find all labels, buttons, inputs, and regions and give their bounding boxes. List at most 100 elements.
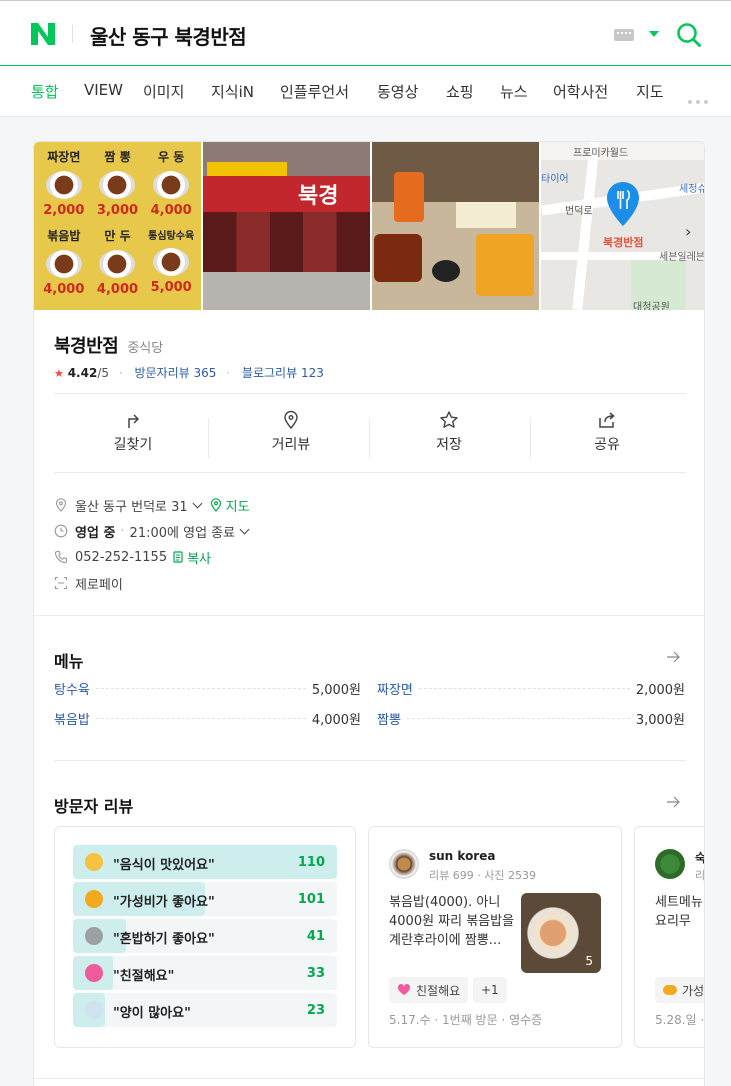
- tab-influencer[interactable]: 인플루언서: [280, 81, 349, 102]
- tab-image[interactable]: 이미지: [143, 81, 184, 102]
- storefront-photo[interactable]: 북경: [203, 142, 370, 310]
- rating-value: 4.42: [67, 366, 98, 380]
- location-pin-icon: [55, 498, 67, 512]
- menu-item[interactable]: 탕수육 5,000원: [54, 679, 361, 698]
- action-bar: 길찾기 거리뷰 저장 공유: [54, 406, 686, 472]
- keyword-stat-row[interactable]: "혼밥하기 좋아요" 41: [73, 919, 337, 953]
- avatar[interactable]: [389, 849, 419, 879]
- tab-map[interactable]: 지도: [636, 81, 664, 102]
- review-tag-label: 가성: [682, 983, 705, 998]
- keyword-stats-card[interactable]: "음식이 맛있어요" 110 "가성비가 좋아요" 101 "혼밥하기 좋아요" 41 "친…: [54, 826, 356, 1048]
- street-view-label: 거리뷰: [271, 437, 311, 453]
- review-text[interactable]: 세트메뉴 요 요리무: [655, 893, 704, 931]
- map-link[interactable]: 지도: [226, 496, 250, 515]
- save-label: 저장: [436, 437, 462, 453]
- tab-all[interactable]: 통합: [31, 81, 59, 102]
- share-button[interactable]: 공유: [528, 406, 686, 472]
- menu-item-price: 5,000원: [311, 682, 361, 698]
- search-icon[interactable]: [676, 22, 702, 48]
- separator-dot: ·: [120, 523, 125, 539]
- review-card[interactable]: 숙 리 세트메뉴 요 요리무 가성 5.28.일 ·: [634, 826, 705, 1048]
- review-text[interactable]: 볶음밥(4000). 아니 4000원 짜리 볶음밥을 계란후라이에 짬뽕...: [389, 893, 515, 950]
- arrow-right-icon[interactable]: [666, 650, 680, 664]
- clock-icon: [54, 524, 68, 538]
- header-divider: [72, 25, 73, 43]
- keyboard-icon[interactable]: [614, 29, 634, 41]
- copy-button[interactable]: 복사: [187, 548, 211, 567]
- menu-item-price: 4,000원: [311, 712, 361, 728]
- review-photo[interactable]: 5: [521, 893, 601, 973]
- naver-logo-icon[interactable]: [31, 23, 55, 45]
- review-tag-more[interactable]: +1: [473, 977, 507, 1003]
- menu-board-photo[interactable]: 짜장면 2,000 짬 뽕 3,000 우 동 4,000 볶음밥 4,000 만 두 4…: [34, 142, 201, 310]
- keyword-stat-row[interactable]: "가성비가 좋아요" 101: [73, 882, 337, 916]
- street-view-button[interactable]: 거리뷰: [212, 406, 370, 472]
- photo-strip: 짜장면 2,000 짬 뽕 3,000 우 동 4,000 볶음밥 4,000 만 두 4…: [34, 142, 704, 312]
- visitor-review-count[interactable]: 365: [194, 366, 217, 380]
- tab-shopping[interactable]: 쇼핑: [446, 81, 474, 102]
- menu-item[interactable]: 볶음밥 4,000원: [54, 709, 361, 728]
- tab-video[interactable]: 동영상: [377, 81, 418, 102]
- review-author[interactable]: sun korea: [429, 849, 495, 863]
- map-pin-icon: [607, 182, 639, 226]
- tab-news[interactable]: 뉴스: [500, 81, 528, 102]
- menu-item-price: 3,000원: [635, 712, 685, 728]
- keyword-stat-row[interactable]: "양이 많아요" 23: [73, 993, 337, 1027]
- keyword-stat-count: 41: [306, 929, 325, 944]
- menu-board-name: 짜장면: [47, 150, 81, 164]
- keyword-stat-label: "가성비가 좋아요": [113, 895, 215, 910]
- menu-item-name: 탕수육: [54, 682, 90, 698]
- blog-review-link[interactable]: 블로그리뷰: [242, 366, 297, 380]
- keyword-stat-row[interactable]: "음식이 맛있어요" 110: [73, 845, 337, 879]
- map-thumbnail[interactable]: 프로미카월드 타이어 세정슈 번덕로 세븐일레븐 대청공원 북경반점 ›: [541, 142, 704, 310]
- tab-kin[interactable]: 지식iN: [211, 81, 254, 102]
- map-label: 프로미카월드: [573, 148, 629, 159]
- action-divider: [208, 418, 209, 458]
- review-author[interactable]: 숙: [695, 849, 704, 866]
- review-keyword-tag: 친절해요: [389, 977, 469, 1003]
- place-title: 북경반점 중식당: [54, 332, 163, 358]
- share-label: 공유: [594, 437, 620, 453]
- blog-review-count[interactable]: 123: [301, 366, 324, 380]
- address-row: 울산 동구 번덕로 31 지도: [54, 492, 256, 518]
- review-date: 5.28.일 ·: [655, 1013, 705, 1027]
- address-text: 울산 동구 번덕로 31: [75, 499, 188, 515]
- menu-item[interactable]: 짬뽕 3,000원: [377, 709, 685, 728]
- more-tabs-icon[interactable]: [688, 89, 712, 108]
- place-name[interactable]: 북경반점: [54, 336, 119, 357]
- hours-row: 영업 중 · 21:00에 영업 종료: [54, 518, 256, 544]
- tab-dictionary[interactable]: 어학사전: [553, 81, 608, 102]
- star-icon: ★: [54, 367, 64, 380]
- keyword-emoji-icon: [85, 890, 103, 908]
- visitor-review-link[interactable]: 방문자리뷰: [134, 366, 189, 380]
- store-sign-text: 북경: [298, 184, 339, 209]
- directions-button[interactable]: 길찾기: [54, 406, 212, 472]
- arrow-right-icon[interactable]: [666, 795, 680, 809]
- chevron-down-icon[interactable]: [192, 498, 203, 508]
- food-photo[interactable]: [372, 142, 539, 310]
- chevron-down-icon[interactable]: [239, 524, 250, 534]
- avatar[interactable]: [655, 849, 685, 879]
- chevron-right-icon[interactable]: ›: [685, 222, 691, 241]
- keyword-stat-row[interactable]: "친절해요" 33: [73, 956, 337, 990]
- copy-icon: [173, 551, 183, 563]
- rating-max: /5: [97, 366, 109, 380]
- review-author-meta: 리뷰 699 · 사진 2539: [429, 869, 536, 882]
- chevron-down-icon[interactable]: [649, 31, 659, 37]
- search-query[interactable]: 울산 동구 북경반점: [90, 21, 247, 50]
- phone-number[interactable]: 052-252-1155: [75, 550, 167, 565]
- phone-row: 052-252-1155 복사: [54, 544, 256, 570]
- divider: [54, 393, 686, 394]
- place-card: 짜장면 2,000 짬 뽕 3,000 우 동 4,000 볶음밥 4,000 만 두 4…: [33, 141, 705, 1086]
- keyword-stat-count: 23: [306, 1003, 325, 1018]
- review-card[interactable]: sun korea 리뷰 699 · 사진 2539 볶음밥(4000). 아니…: [368, 826, 622, 1048]
- menu-item[interactable]: 짜장면 2,000원: [377, 679, 685, 698]
- menu-board-price: 2,000: [43, 203, 85, 218]
- tab-view[interactable]: VIEW: [84, 81, 123, 99]
- photo-count: 5: [585, 954, 593, 968]
- menu-board-name: 만 두: [104, 229, 131, 243]
- review-date: 5.17.수 · 1번째 방문 · 영수증: [389, 1013, 543, 1027]
- keyword-stat-label: "친절해요": [113, 969, 175, 984]
- menu-board-price: 5,000: [150, 280, 192, 295]
- save-button[interactable]: 저장: [370, 406, 528, 472]
